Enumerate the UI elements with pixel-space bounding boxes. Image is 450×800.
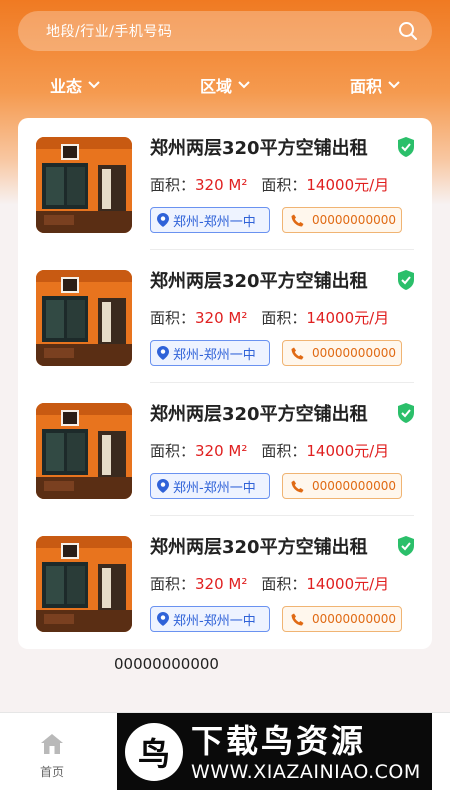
listing-title: 郑州两层320平方空铺出租: [150, 271, 368, 292]
shield-check-icon: [398, 270, 414, 290]
listing-photo[interactable]: [36, 270, 132, 366]
phone-tag[interactable]: 00000000000: [282, 473, 402, 499]
area-label: 面积：: [150, 309, 196, 327]
location-pin-icon: [157, 346, 169, 360]
watermark-url: WWW.XIAZAINIAO.COM: [191, 760, 421, 783]
listing-card: 郑州两层320平方空铺出租 面积：320 M² 面积：14000元/月 郑州-郑州…: [18, 118, 432, 649]
chevron-down-icon: [388, 81, 400, 89]
phone-tag[interactable]: 00000000000: [282, 207, 402, 233]
area-value: 320 M²: [195, 176, 248, 194]
phone-text: 00000000000: [312, 346, 396, 360]
location-pin-icon: [157, 213, 169, 227]
location-tag[interactable]: 郑州-郑州一中: [150, 207, 270, 233]
listing-photo[interactable]: [36, 403, 132, 499]
phone-icon: [291, 347, 304, 359]
area-value: 320 M²: [195, 575, 248, 593]
footer-phone: 00000000000: [114, 655, 219, 673]
tab-home-label: 首页: [39, 765, 64, 779]
list-item[interactable]: 郑州两层320平方空铺出租 面积：320 M² 面积：14000元/月 郑州-郑州…: [18, 118, 432, 250]
location-text: 郑州-郑州一中: [173, 214, 256, 230]
watermark-banner: 鸟 下载鸟资源 WWW.XIAZAINIAO.COM: [117, 713, 432, 790]
search-bar[interactable]: 地段/行业/手机号码: [18, 11, 432, 51]
shield-check-icon: [398, 403, 414, 423]
location-text: 郑州-郑州一中: [173, 480, 256, 496]
location-text: 郑州-郑州一中: [173, 347, 256, 363]
phone-icon: [291, 613, 304, 625]
price-label: 面积：: [261, 309, 307, 327]
listing-stats: 面积：320 M² 面积：14000元/月: [150, 307, 389, 328]
phone-tag[interactable]: 00000000000: [282, 340, 402, 366]
phone-tag[interactable]: 00000000000: [282, 606, 402, 632]
location-tag[interactable]: 郑州-郑州一中: [150, 473, 270, 499]
filter-business-type[interactable]: 业态: [50, 73, 100, 97]
listing-stats: 面积：320 M² 面积：14000元/月: [150, 573, 389, 594]
listing-stats: 面积：320 M² 面积：14000元/月: [150, 174, 389, 195]
location-text: 郑州-郑州一中: [173, 613, 256, 629]
list-item[interactable]: 郑州两层320平方空铺出租 面积：320 M² 面积：14000元/月 郑州-郑州…: [18, 384, 432, 516]
listing-title: 郑州两层320平方空铺出租: [150, 537, 368, 558]
price-label: 面积：: [261, 176, 307, 194]
area-value: 320 M²: [195, 309, 248, 327]
phone-text: 00000000000: [312, 479, 396, 493]
listing-photo[interactable]: [36, 536, 132, 632]
area-value: 320 M²: [195, 442, 248, 460]
price-value: 14000元/月: [306, 309, 390, 327]
search-input[interactable]: 地段/行业/手机号码: [46, 21, 398, 41]
search-icon[interactable]: [398, 21, 418, 41]
area-label: 面积：: [150, 442, 196, 460]
listing-stats: 面积：320 M² 面积：14000元/月: [150, 440, 389, 461]
location-pin-icon: [157, 479, 169, 493]
filter-bar: 业态 区域 面积: [0, 70, 450, 100]
listing-photo[interactable]: [36, 137, 132, 233]
location-tag[interactable]: 郑州-郑州一中: [150, 340, 270, 366]
filter-label: 业态: [49, 77, 82, 96]
price-label: 面积：: [261, 442, 307, 460]
watermark-title: 下载鸟资源: [191, 721, 367, 760]
location-pin-icon: [157, 612, 169, 626]
tab-home[interactable]: 首页: [30, 733, 74, 780]
phone-text: 00000000000: [312, 612, 396, 626]
chevron-down-icon: [88, 81, 100, 89]
filter-label: 区域: [199, 77, 232, 96]
home-icon: [41, 734, 63, 754]
shield-check-icon: [398, 137, 414, 157]
area-label: 面积：: [150, 176, 196, 194]
list-item[interactable]: 郑州两层320平方空铺出租 面积：320 M² 面积：14000元/月 郑州-郑州…: [18, 517, 432, 649]
divider: [150, 249, 414, 250]
listing-title: 郑州两层320平方空铺出租: [150, 138, 368, 159]
listing-title: 郑州两层320平方空铺出租: [150, 404, 368, 425]
shield-check-icon: [398, 536, 414, 556]
location-tag[interactable]: 郑州-郑州一中: [150, 606, 270, 632]
filter-label: 面积: [349, 77, 382, 96]
list-item[interactable]: 郑州两层320平方空铺出租 面积：320 M² 面积：14000元/月 郑州-郑州…: [18, 251, 432, 383]
chevron-down-icon: [238, 81, 250, 89]
price-label: 面积：: [261, 575, 307, 593]
phone-icon: [291, 214, 304, 226]
price-value: 14000元/月: [306, 176, 390, 194]
divider: [150, 382, 414, 383]
filter-area[interactable]: 面积: [350, 73, 400, 97]
price-value: 14000元/月: [306, 575, 390, 593]
area-label: 面积：: [150, 575, 196, 593]
phone-text: 00000000000: [312, 213, 396, 227]
phone-icon: [291, 480, 304, 492]
price-value: 14000元/月: [306, 442, 390, 460]
bird-logo-icon: 鸟: [125, 722, 183, 781]
filter-region[interactable]: 区域: [200, 73, 250, 97]
divider: [150, 515, 414, 516]
